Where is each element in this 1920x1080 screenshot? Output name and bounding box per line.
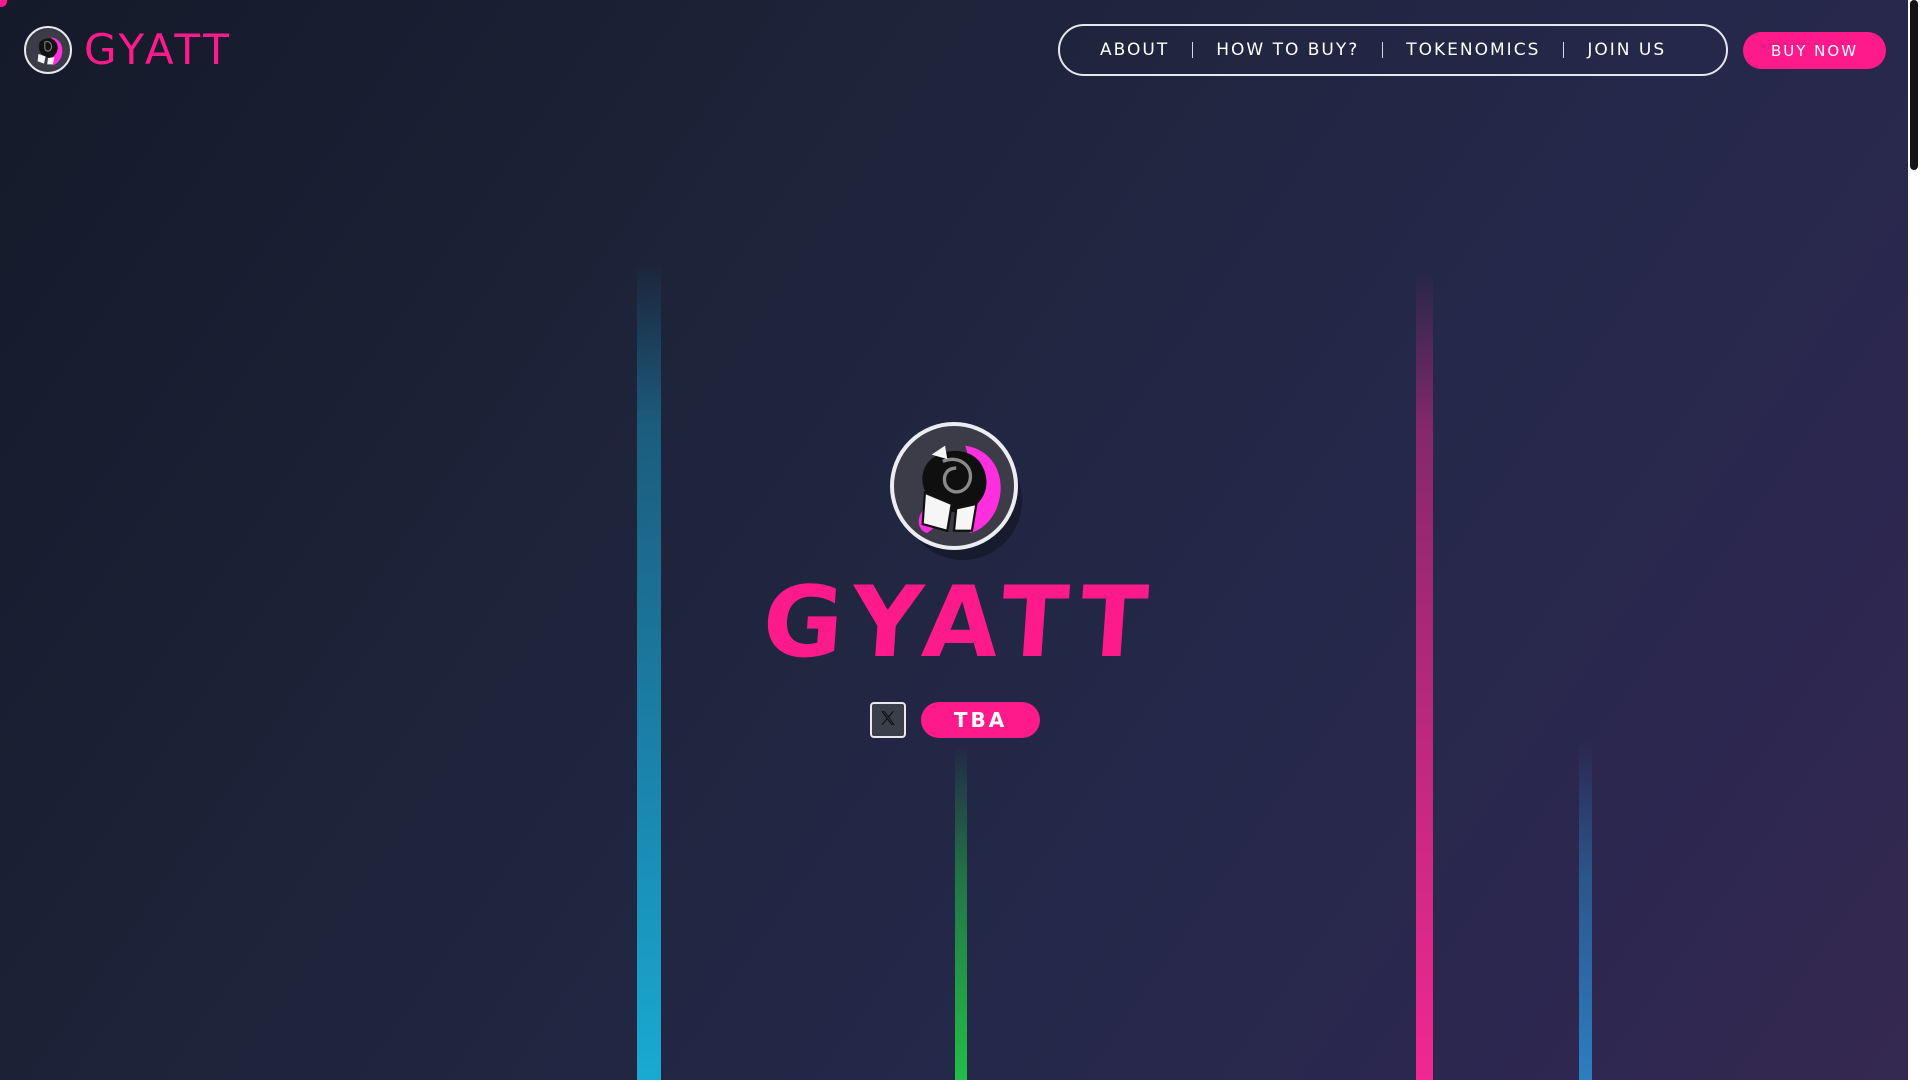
corner-accent-dot bbox=[0, 0, 7, 7]
x-social-link[interactable] bbox=[870, 702, 906, 738]
hero-logo bbox=[890, 422, 1022, 560]
green-light-beam bbox=[955, 745, 967, 1080]
nav-divider bbox=[1192, 42, 1194, 58]
buy-now-button[interactable]: BUY NOW bbox=[1743, 32, 1886, 69]
hero-title: GYATT bbox=[758, 566, 1162, 680]
tba-button[interactable]: TBA bbox=[921, 702, 1040, 738]
brand-home-link[interactable]: GYATT bbox=[24, 25, 233, 75]
gyatt-mascot-icon bbox=[24, 26, 72, 74]
nav-divider bbox=[1382, 42, 1384, 58]
nav-divider bbox=[1563, 42, 1565, 58]
gyatt-mascot-icon bbox=[890, 422, 1018, 550]
cyan-light-beam bbox=[637, 260, 661, 1080]
nav-link-how-to-buy[interactable]: HOW TO BUY? bbox=[1216, 40, 1359, 60]
magenta-light-beam bbox=[1416, 270, 1433, 1080]
nav-link-tokenomics[interactable]: TOKENOMICS bbox=[1406, 40, 1540, 60]
x-icon bbox=[879, 709, 897, 731]
blue-light-beam bbox=[1579, 740, 1592, 1080]
nav-link-join-us[interactable]: JOIN US bbox=[1587, 40, 1666, 60]
brand-name: GYATT bbox=[84, 25, 233, 74]
nav-link-about[interactable]: ABOUT bbox=[1100, 40, 1169, 60]
main-nav: ABOUT HOW TO BUY? TOKENOMICS JOIN US bbox=[1058, 24, 1728, 76]
page-scrollbar-thumb[interactable] bbox=[1910, 0, 1918, 170]
